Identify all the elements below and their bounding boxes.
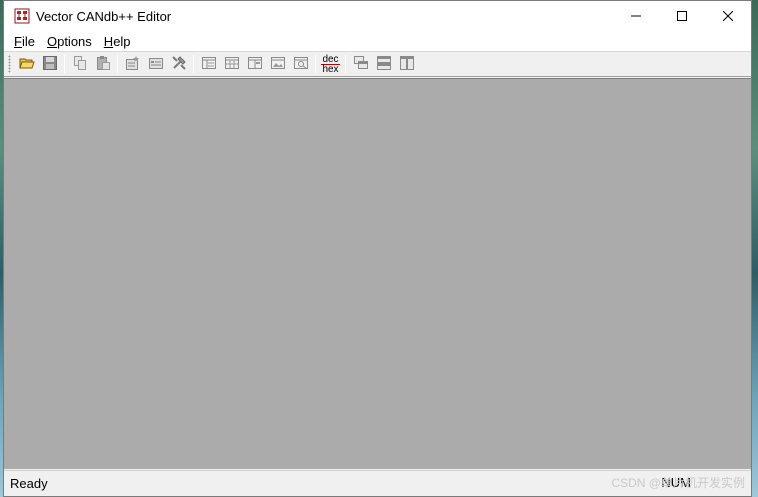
maximize-icon [677,9,687,24]
toolbar-separator [315,55,316,73]
toolbar-separator [345,55,346,73]
paste-icon [95,55,111,74]
menu-options-label: ptions [57,33,92,49]
view-split-button[interactable] [244,53,266,75]
save-button[interactable] [39,53,61,75]
hex-label: hex [322,63,339,75]
toolbar-separator [64,55,65,73]
tile-vertical-icon [399,55,415,74]
split-view-icon [247,55,263,74]
copy-button[interactable] [69,53,91,75]
copy-icon [72,55,88,74]
list-view-icon [201,55,217,74]
mdi-client-area[interactable] [4,78,751,469]
cascade-windows-button[interactable] [350,53,372,75]
new-object-button[interactable] [122,53,144,75]
view-details-button[interactable] [221,53,243,75]
open-folder-icon [18,55,35,74]
window-title: Vector CANdb++ Editor [36,8,172,24]
watermark: CSDN @单片机开发实例 [611,476,745,490]
menu-file-hotkey: F [14,33,22,49]
status-bar: Ready NUM CSDN @单片机开发实例 [4,470,751,496]
status-text: Ready [10,476,48,491]
wrench-hammer-icon [171,55,187,74]
toolbar-separator [117,55,118,73]
menu-file-label: ile [21,33,35,49]
zoom-view-icon [293,55,309,74]
save-disk-icon [42,55,58,74]
close-icon [722,9,734,24]
menu-options-hotkey: O [46,33,58,49]
title-bar[interactable]: Vector CANdb++ Editor [4,1,751,31]
view-zoom-button[interactable] [290,53,312,75]
tools-button[interactable] [168,53,190,75]
minimize-button[interactable] [613,1,659,31]
details-view-icon [224,55,240,74]
dec-hex-toggle-button[interactable]: dec hex [320,53,342,75]
properties-icon [148,55,164,74]
tile-horizontal-icon [376,55,392,74]
view-list-button[interactable] [198,53,220,75]
menu-options[interactable]: Options [41,34,98,49]
tile-horizontal-button[interactable] [373,53,395,75]
candb-app-icon [14,8,30,24]
menu-file[interactable]: File [8,34,41,49]
close-button[interactable] [705,1,751,31]
window-controls [613,1,751,31]
new-object-icon [125,55,141,74]
menu-help-hotkey: H [103,33,114,49]
menu-bar: File Options Help [4,31,751,51]
view-graphic-button[interactable] [267,53,289,75]
toolbar-separator [193,55,194,73]
minimize-icon [631,9,641,24]
toolbar-grip[interactable] [8,55,11,73]
toolbar: dec hex [4,51,751,77]
app-window: Vector CANdb++ Editor File Options Help [3,0,752,497]
maximize-button[interactable] [659,1,705,31]
paste-button[interactable] [92,53,114,75]
dec-label: dec [321,53,340,65]
graphic-view-icon [270,55,286,74]
menu-help-label: elp [113,33,131,49]
properties-button[interactable] [145,53,167,75]
tile-vertical-button[interactable] [396,53,418,75]
open-button[interactable] [16,53,38,75]
menu-help[interactable]: Help [98,34,137,49]
cascade-windows-icon [353,55,369,74]
